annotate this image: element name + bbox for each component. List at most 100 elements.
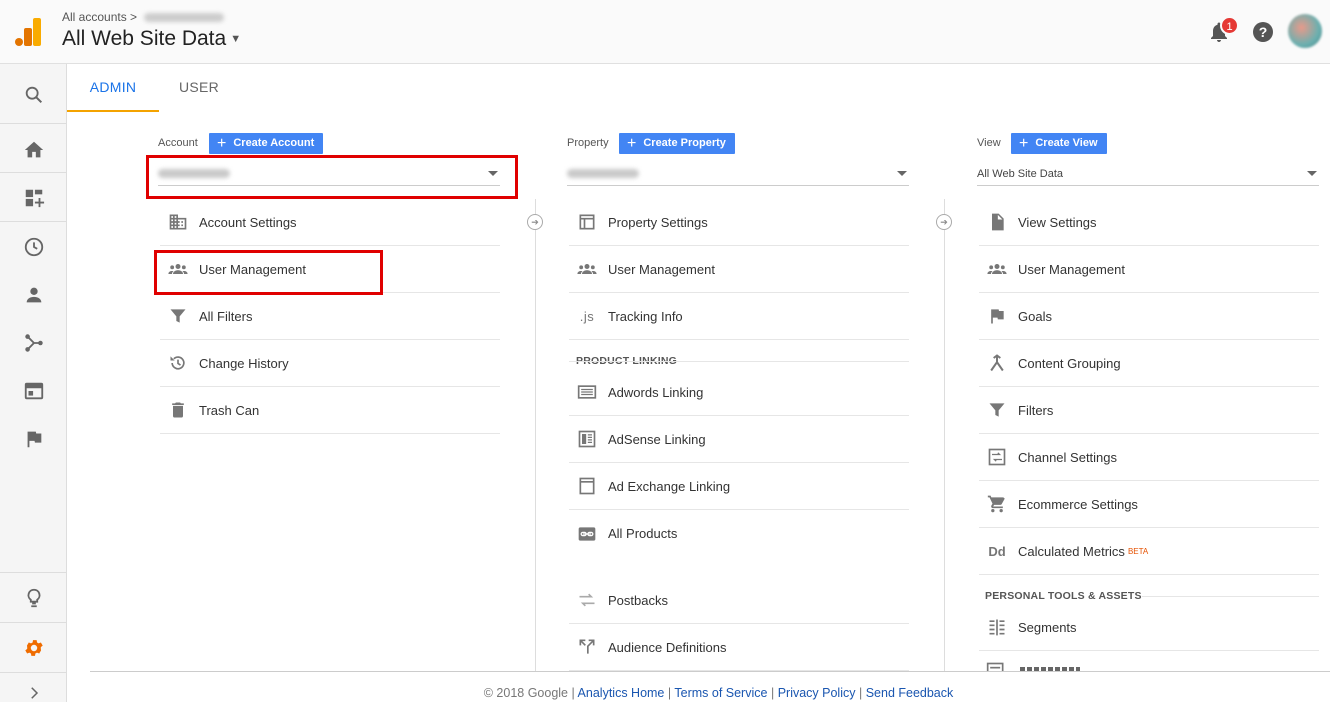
dropdown-arrow-icon xyxy=(897,171,907,176)
goals-label: Goals xyxy=(1018,308,1052,324)
view-user-management-item[interactable]: User Management xyxy=(979,246,1319,293)
ad-exchange-linking-label: Ad Exchange Linking xyxy=(608,478,731,494)
change-history-item[interactable]: Change History xyxy=(160,340,500,387)
view-column-label: View xyxy=(977,137,1001,149)
create-view-button[interactable]: + Create View xyxy=(1011,133,1107,154)
account-settings-item[interactable]: Account Settings xyxy=(160,199,500,246)
people-icon xyxy=(986,258,1008,280)
next-item-icon-partial xyxy=(986,661,1008,671)
page-title: All Web Site Data xyxy=(62,27,227,50)
create-view-label: Create View xyxy=(1035,137,1098,149)
javascript-icon: .js xyxy=(579,308,595,324)
sidebar-divider xyxy=(0,123,67,124)
property-settings-item[interactable]: Property Settings xyxy=(569,199,909,246)
all-filters-item[interactable]: All Filters xyxy=(160,293,500,340)
content-grouping-label: Content Grouping xyxy=(1018,355,1121,371)
adwords-linking-label: Adwords Linking xyxy=(608,384,704,400)
change-history-label: Change History xyxy=(199,355,289,371)
segments-label: Segments xyxy=(1018,619,1077,635)
goals-item[interactable]: Goals xyxy=(979,293,1319,340)
plus-icon: + xyxy=(1019,135,1029,152)
view-filters-item[interactable]: Filters xyxy=(979,387,1319,434)
terms-of-service-link[interactable]: Terms of Service xyxy=(674,686,767,700)
adsense-icon xyxy=(576,428,598,450)
create-account-button[interactable]: + Create Account xyxy=(209,133,324,154)
audience-definitions-item[interactable]: Audience Definitions xyxy=(569,624,909,671)
ad-exchange-linking-item[interactable]: Ad Exchange Linking xyxy=(569,463,909,510)
property-user-management-item[interactable]: User Management xyxy=(569,246,909,293)
tracking-info-label: Tracking Info xyxy=(608,308,683,324)
property-user-management-label: User Management xyxy=(608,261,715,277)
view-filters-label: Filters xyxy=(1018,402,1054,418)
user-avatar[interactable] xyxy=(1288,14,1322,48)
content-grouping-item[interactable]: Content Grouping xyxy=(979,340,1319,387)
channel-settings-label: Channel Settings xyxy=(1018,449,1118,465)
audience-definitions-label: Audience Definitions xyxy=(608,639,727,655)
analytics-logo[interactable] xyxy=(15,18,41,46)
tracking-info-item[interactable]: .js Tracking Info xyxy=(569,293,909,340)
section-divider xyxy=(569,361,909,362)
all-products-label: All Products xyxy=(608,526,678,541)
flag-icon[interactable] xyxy=(0,415,67,463)
tab-user[interactable]: USER xyxy=(159,64,239,112)
breadcrumb-account-redacted[interactable] xyxy=(144,13,225,23)
adsense-linking-item[interactable]: AdSense Linking xyxy=(569,416,909,463)
lightbulb-icon[interactable] xyxy=(0,574,67,622)
segments-item[interactable]: Segments xyxy=(979,604,1319,651)
personal-tools-heading: PERSONAL TOOLS & ASSETS xyxy=(985,590,1142,602)
settings-gear-icon[interactable] xyxy=(0,624,67,672)
breadcrumb[interactable]: All accounts > xyxy=(62,10,225,24)
tab-admin[interactable]: ADMIN xyxy=(67,64,159,112)
ad-exchange-icon xyxy=(576,475,598,497)
send-feedback-link[interactable]: Send Feedback xyxy=(866,686,954,700)
account-settings-label: Account Settings xyxy=(199,214,297,230)
postbacks-label: Postbacks xyxy=(608,592,668,608)
trash-icon xyxy=(167,399,189,421)
acquisition-icon[interactable] xyxy=(0,319,67,367)
property-selector[interactable] xyxy=(567,162,909,186)
postbacks-icon xyxy=(576,589,598,611)
property-window-icon xyxy=(576,211,598,233)
footer-separator: | xyxy=(667,686,672,700)
clock-icon[interactable] xyxy=(0,223,67,271)
content-grouping-icon xyxy=(986,352,1008,374)
segments-icon xyxy=(986,616,1008,638)
all-products-item[interactable]: All Products xyxy=(569,510,909,557)
person-icon[interactable] xyxy=(0,271,67,319)
footer-separator: | xyxy=(770,686,775,700)
search-icon[interactable] xyxy=(0,71,67,119)
behavior-icon[interactable] xyxy=(0,367,67,415)
adwords-linking-item[interactable]: Adwords Linking xyxy=(569,369,909,416)
app-root: All accounts > All Web Site Data▼ 1 ? A xyxy=(0,0,1330,702)
analytics-home-link[interactable]: Analytics Home xyxy=(578,686,665,700)
sidebar-divider xyxy=(0,622,67,623)
postbacks-item[interactable]: Postbacks xyxy=(569,577,909,624)
create-property-button[interactable]: + Create Property xyxy=(619,133,735,154)
tab-bar: ADMIN USER xyxy=(67,64,1330,112)
channel-settings-item[interactable]: Channel Settings xyxy=(979,434,1319,481)
all-filters-label: All Filters xyxy=(199,308,253,324)
breadcrumb-root[interactable]: All accounts xyxy=(62,10,127,24)
ecommerce-settings-item[interactable]: Ecommerce Settings xyxy=(979,481,1319,528)
customization-icon[interactable] xyxy=(0,174,67,222)
sidebar-divider xyxy=(0,172,67,173)
beta-badge: BETA xyxy=(1127,546,1149,556)
channel-icon xyxy=(986,446,1008,468)
calculated-metrics-item[interactable]: Dd Calculated Metrics BETA xyxy=(979,528,1319,575)
property-column-label: Property xyxy=(567,137,609,149)
create-property-label: Create Property xyxy=(643,137,726,149)
help-icon[interactable]: ? xyxy=(1251,20,1275,44)
view-selector[interactable]: All Web Site Data ▼ xyxy=(62,27,241,51)
breadcrumb-separator: > xyxy=(130,10,138,24)
plus-icon: + xyxy=(627,135,637,152)
footer-separator: | xyxy=(571,686,575,700)
privacy-policy-link[interactable]: Privacy Policy xyxy=(778,686,856,700)
view-user-management-label: User Management xyxy=(1018,261,1125,277)
account-column-label: Account xyxy=(158,137,198,149)
home-icon[interactable] xyxy=(0,126,67,174)
svg-text:?: ? xyxy=(1259,24,1268,40)
trash-can-item[interactable]: Trash Can xyxy=(160,387,500,434)
audience-fork-icon xyxy=(576,636,598,658)
view-settings-item[interactable]: View Settings xyxy=(979,199,1319,246)
view-selector-dropdown[interactable]: All Web Site Data xyxy=(977,162,1319,186)
